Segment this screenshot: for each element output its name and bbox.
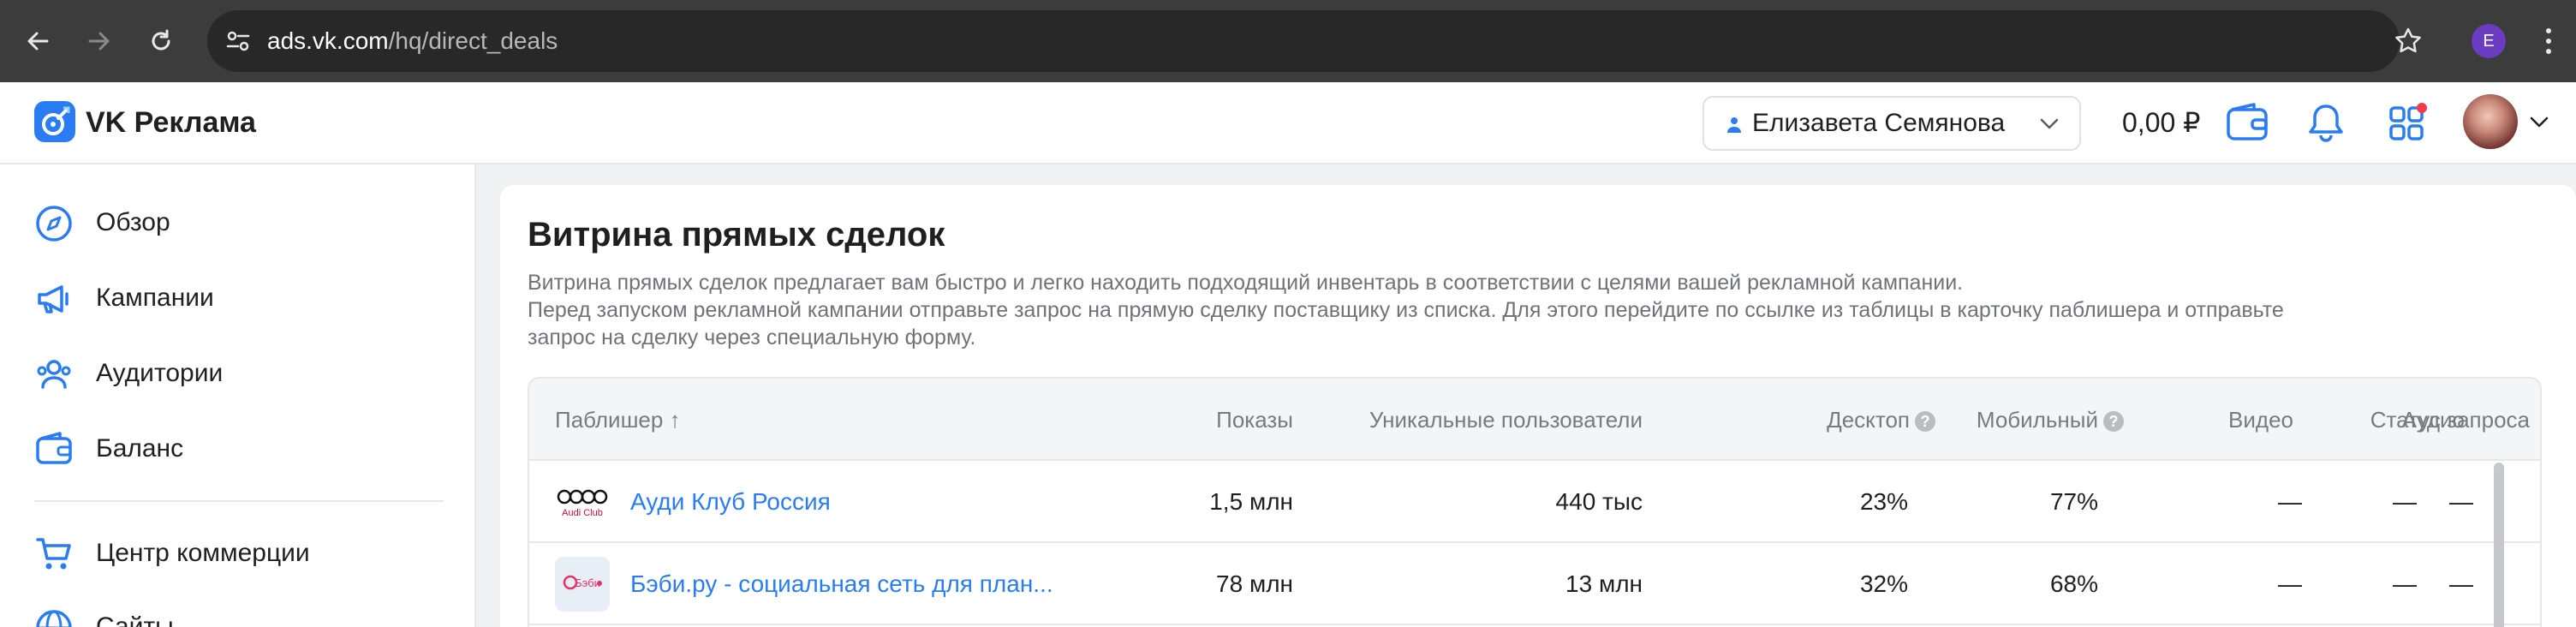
sidebar-item-label: Кампании (96, 284, 214, 312)
sidebar-item-commerce-center[interactable]: Центр коммерции (0, 522, 476, 584)
bookmark-star-icon[interactable] (2389, 22, 2427, 60)
account-name: Елизавета Семянова (1752, 109, 2006, 137)
audi-club-logo-caption: Audi Club (562, 508, 603, 518)
help-icon[interactable]: ? (1915, 411, 1935, 433)
chevron-down-icon[interactable] (2528, 113, 2550, 130)
direct-deals-card: Витрина прямых сделок Витрина прямых сде… (500, 185, 2576, 627)
description-line: Перед запуском рекламной кампании отправ… (528, 298, 2284, 322)
menu-kebab-icon[interactable] (2540, 24, 2557, 58)
sidebar-item-label: Аудитории (96, 359, 224, 387)
chevron-down-icon (2038, 115, 2060, 132)
app-logo-text[interactable]: VK Реклама (86, 82, 256, 163)
sidebar-item-label: Обзор (96, 208, 170, 236)
sidebar-divider (34, 500, 444, 502)
apps-icon[interactable] (2386, 101, 2430, 146)
description-line: Витрина прямых сделок предлагает вам быс… (528, 271, 1964, 295)
cell-unique-users: 13 млн (1565, 570, 1643, 597)
vk-ads-logo-icon[interactable] (34, 101, 75, 142)
url-host: ads.vk.com (267, 27, 389, 54)
url-path: /hq/direct_deals (388, 27, 558, 54)
cell-mobile: 68% (2049, 570, 2098, 597)
sidebar-item-campaigns[interactable]: Кампании (0, 267, 476, 329)
sidebar-item-label: Баланс (96, 434, 184, 463)
sidebar-item-audiences[interactable]: Аудитории (0, 343, 476, 404)
bell-icon[interactable] (2304, 101, 2348, 146)
cell-impressions: 1,5 млн (1209, 488, 1293, 515)
page-description: Витрина прямых сделок предлагает вам быс… (528, 269, 2531, 351)
globe-icon (34, 608, 74, 627)
sidebar-item-overview[interactable]: Обзор (0, 192, 476, 254)
deals-table: Паблишер ↑ Показы Уникальные пользовател… (528, 377, 2542, 627)
site-settings-icon[interactable] (224, 27, 252, 55)
cell-impressions: 78 млн (1216, 570, 1293, 597)
wallet-icon (34, 430, 74, 469)
table-row[interactable]: Бэби Бэби.ру - социальная сеть для план.… (529, 543, 2540, 625)
column-mobile-label: Мобильный (1976, 407, 2098, 433)
cell-mobile: 77% (2049, 488, 2098, 515)
person-icon (1726, 116, 1742, 134)
sidebar-item-label: Сайты (96, 612, 174, 627)
cell-desktop: 32% (1859, 570, 1908, 597)
table-row[interactable]: Audi Club Ауди Клуб Россия 1,5 млн 440 т… (529, 461, 2540, 543)
column-desktop[interactable]: Десктоп? (1651, 379, 1935, 461)
address-bar[interactable]: ads.vk.com/hq/direct_deals (207, 10, 2400, 72)
table-header: Паблишер ↑ Показы Уникальные пользовател… (529, 379, 2540, 461)
cell-desktop: 23% (1859, 488, 1908, 515)
sidebar: Обзор Кампании Аудитории Баланс Центр ко… (0, 164, 476, 627)
sidebar-item-sites[interactable]: Сайты (0, 596, 476, 627)
megaphone-icon (34, 279, 74, 319)
back-icon[interactable] (17, 21, 58, 62)
column-video[interactable]: Видео (2139, 379, 2293, 461)
baby-ru-logo: Бэби (555, 557, 610, 612)
column-mobile[interactable]: Мобильный? (1942, 379, 2124, 461)
user-avatar[interactable] (2463, 94, 2518, 149)
compass-icon (34, 204, 74, 243)
cell-request-status: — (2393, 570, 2417, 597)
column-publisher-sort[interactable]: Паблишер ↑ (555, 379, 681, 461)
cell-request-status: — (2393, 488, 2417, 515)
table-scrollbar[interactable] (2494, 463, 2504, 627)
balance-amount[interactable]: 0,00 ₽ (2122, 82, 2201, 163)
cart-icon (34, 534, 74, 574)
page-title: Витрина прямых сделок (528, 216, 945, 254)
help-icon[interactable]: ? (2103, 411, 2124, 433)
publisher-link[interactable]: Бэби.ру - социальная сеть для план... (630, 543, 1053, 625)
url-text[interactable]: ads.vk.com/hq/direct_deals (267, 10, 558, 72)
browser-profile-avatar[interactable]: E (2472, 24, 2506, 58)
cell-unique-users: 440 тыс (1555, 488, 1643, 515)
audi-club-logo: Audi Club (555, 475, 610, 529)
column-request-status[interactable]: Статус запроса (2299, 379, 2530, 461)
forward-icon[interactable] (79, 21, 120, 62)
account-selector[interactable]: Елизавета Семянова (1702, 96, 2081, 151)
sidebar-item-label: Центр коммерции (96, 539, 310, 567)
users-icon (34, 355, 74, 394)
description-line: запрос на сделку через специальную форму… (528, 325, 976, 349)
sidebar-item-balance[interactable]: Баланс (0, 418, 476, 480)
wallet-icon[interactable] (2225, 101, 2269, 146)
column-impressions[interactable]: Показы (1154, 379, 1293, 461)
baby-ru-logo-caption: Бэби (575, 576, 600, 589)
reload-icon[interactable] (140, 21, 182, 62)
browser-toolbar: ads.vk.com/hq/direct_deals E (0, 0, 2576, 82)
app-header: VK Реклама Елизавета Семянова 0,00 ₽ (0, 82, 2576, 164)
column-unique-users[interactable]: Уникальные пользователи (1300, 379, 1643, 461)
publisher-link[interactable]: Ауди Клуб Россия (630, 461, 831, 543)
column-desktop-label: Десктоп (1827, 407, 1910, 433)
